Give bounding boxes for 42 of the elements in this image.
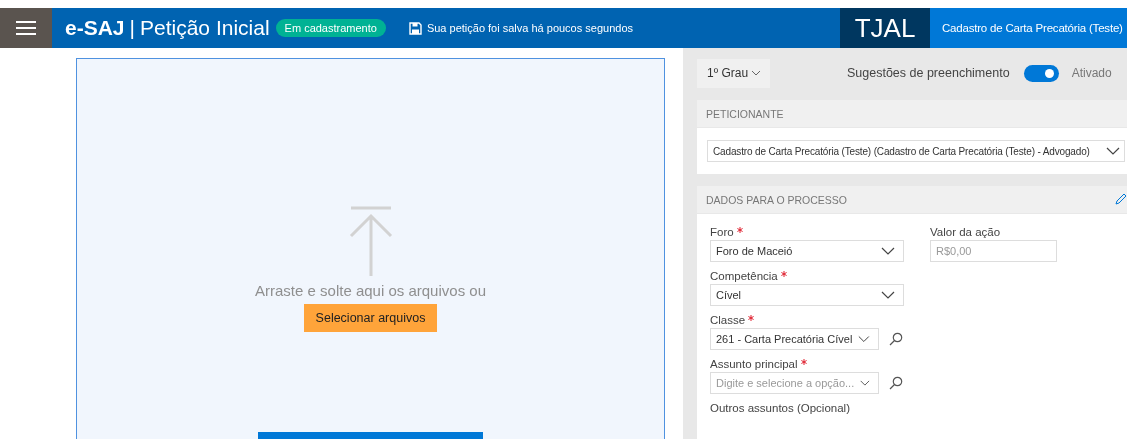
suggestions-label: Sugestões de preenchimento	[847, 66, 1010, 80]
required-icon	[780, 271, 787, 277]
field-label: Assunto principal	[710, 358, 798, 370]
save-status: Sua petição foi salva há poucos segundos	[426, 22, 633, 34]
field-label: Competência	[710, 270, 778, 282]
select-field[interactable]: Foro de Maceió	[710, 240, 904, 262]
status-badge: Em cadastramento	[275, 19, 386, 37]
peticionante-select[interactable]: Cadastro de Carta Precatória (Teste) (Cadastro de Carta Precatória (Teste) - Advogado)	[707, 140, 1125, 162]
toggle-state: Ativado	[1071, 66, 1112, 80]
field-label: Valor da ação	[930, 226, 1001, 238]
upload-arrow-icon	[348, 206, 393, 276]
field-label: Foro	[710, 226, 734, 238]
instance-dropdown[interactable]: 1º Grau	[697, 58, 770, 88]
field-label: Outros assuntos (Opcional)	[710, 402, 851, 414]
required-icon	[736, 227, 743, 233]
app-name: e-SAJ	[65, 16, 125, 40]
section-title: PETICIONANTE	[706, 107, 784, 120]
chevron-down-icon	[751, 70, 762, 76]
chevron-down-icon	[881, 291, 895, 299]
menu-button[interactable]	[0, 8, 52, 48]
suggestions-toggle[interactable]	[1023, 64, 1059, 82]
drop-hint: Arraste e solte aqui os arquivos ou	[255, 282, 486, 299]
search-icon[interactable]	[889, 332, 903, 346]
search-icon[interactable]	[889, 376, 903, 390]
chevron-down-icon	[881, 247, 895, 255]
field-label: Classe	[710, 314, 746, 326]
section-title: DADOS PARA O PROCESSO	[706, 193, 847, 206]
court-logo: TJAL	[840, 8, 930, 48]
user-name[interactable]: Cadastro de Carta Precatória (Teste)	[930, 8, 1127, 48]
select-field[interactable]: Cível	[710, 284, 904, 306]
required-icon	[748, 315, 755, 321]
title-separator: |	[129, 16, 135, 40]
drop-zone[interactable]: Arraste e solte aqui os arquivos ou Selecionar arquivos	[76, 58, 665, 439]
required-icon	[800, 359, 807, 365]
chevron-down-icon	[858, 335, 870, 343]
menu-icon	[16, 21, 36, 35]
page-title: Petição Inicial	[140, 16, 270, 40]
select-files-button[interactable]: Selecionar arquivos	[303, 304, 438, 332]
chevron-down-icon	[1106, 147, 1120, 155]
pencil-icon[interactable]	[1115, 193, 1127, 205]
chevron-down-icon	[860, 379, 870, 387]
select-field[interactable]: 261 - Carta Precatória Cível	[710, 328, 879, 350]
